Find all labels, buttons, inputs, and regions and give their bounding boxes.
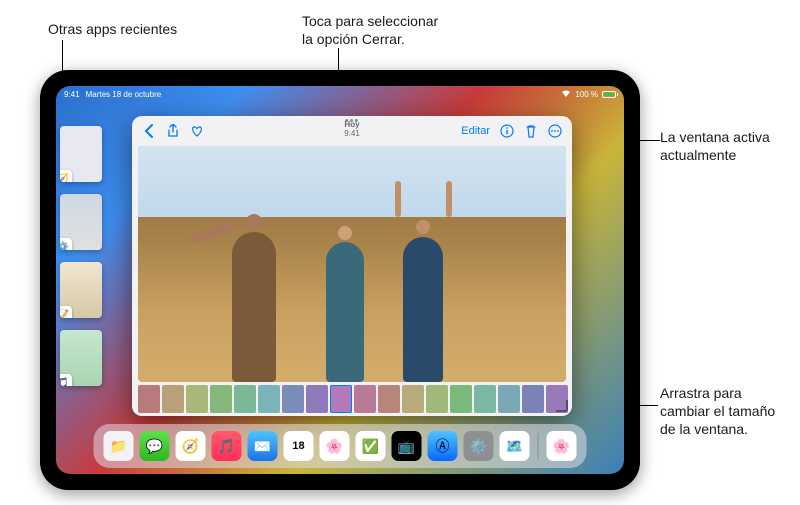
mail-icon[interactable]: ✉️ — [248, 431, 278, 461]
filmstrip-thumb[interactable] — [330, 385, 352, 413]
files-icon[interactable]: 📁 — [104, 431, 134, 461]
filmstrip-thumb[interactable] — [498, 385, 520, 413]
settings-icon: ⚙️ — [60, 238, 72, 250]
filmstrip-thumb[interactable] — [354, 385, 376, 413]
edit-button[interactable]: Editar — [461, 125, 490, 137]
filmstrip-thumb[interactable] — [378, 385, 400, 413]
filmstrip-thumb[interactable] — [426, 385, 448, 413]
dock: 📁💬🧭🎵✉️18🌸✅📺Ⓐ⚙️🗺️🌸 — [94, 424, 587, 468]
photos-toolbar: Hoy 9:41 Editar — [132, 116, 572, 146]
photo-viewer[interactable] — [138, 146, 566, 382]
status-time: 9:41 — [64, 90, 80, 99]
filmstrip-thumb[interactable] — [402, 385, 424, 413]
calendar-icon[interactable]: 18 — [284, 431, 314, 461]
photo-subtitle: 9:41 — [344, 129, 360, 138]
heart-icon[interactable] — [190, 124, 204, 138]
notes-icon: 📝 — [60, 306, 72, 318]
photo-filmstrip[interactable] — [132, 382, 572, 416]
safari-icon: 🧭 — [60, 170, 72, 182]
wifi-icon — [561, 90, 571, 98]
share-icon[interactable] — [166, 124, 180, 138]
recent-app-thumb[interactable]: 📝 — [60, 262, 102, 318]
ipad-screen: 9:41 Martes 18 de octubre 100 % 🧭 ⚙️ 📝 — [56, 86, 624, 474]
trash-icon[interactable] — [524, 124, 538, 138]
maps-icon[interactable]: 🗺️ — [500, 431, 530, 461]
recent-app-thumb[interactable]: ⚙️ — [60, 194, 102, 250]
photo-title: Hoy — [344, 120, 360, 129]
safari-icon[interactable]: 🧭 — [176, 431, 206, 461]
settings-icon[interactable]: ⚙️ — [464, 431, 494, 461]
callout-recent-apps: Otras apps recientes — [48, 20, 177, 38]
dock-separator — [538, 433, 539, 459]
filmstrip-thumb[interactable] — [450, 385, 472, 413]
music-icon: 🎵 — [60, 374, 72, 386]
window-resize-handle[interactable] — [556, 400, 570, 414]
active-window-photos[interactable]: ••• Hoy 9:41 — [132, 116, 572, 416]
stage-manager-recent-strip: 🧭 ⚙️ 📝 🎵 — [60, 126, 102, 386]
appstore-icon[interactable]: Ⓐ — [428, 431, 458, 461]
chevron-left-icon[interactable] — [142, 124, 156, 138]
filmstrip-thumb[interactable] — [162, 385, 184, 413]
filmstrip-thumb[interactable] — [522, 385, 544, 413]
filmstrip-thumb[interactable] — [234, 385, 256, 413]
filmstrip-thumb[interactable] — [138, 385, 160, 413]
filmstrip-thumb[interactable] — [258, 385, 280, 413]
info-icon[interactable] — [500, 124, 514, 138]
tv-icon[interactable]: 📺 — [392, 431, 422, 461]
filmstrip-thumb[interactable] — [282, 385, 304, 413]
music-icon[interactable]: 🎵 — [212, 431, 242, 461]
reminders-icon[interactable]: ✅ — [356, 431, 386, 461]
status-date: Martes 18 de octubre — [86, 90, 162, 99]
filmstrip-thumb[interactable] — [306, 385, 328, 413]
filmstrip-thumb[interactable] — [474, 385, 496, 413]
messages-icon[interactable]: 💬 — [140, 431, 170, 461]
callout-tap-close: Toca para seleccionar la opción Cerrar. — [302, 12, 438, 48]
recent-app-thumb[interactable]: 🎵 — [60, 330, 102, 386]
status-bar: 9:41 Martes 18 de octubre 100 % — [56, 86, 624, 102]
battery-pct: 100 % — [575, 90, 598, 99]
filmstrip-thumb[interactable] — [186, 385, 208, 413]
battery-icon — [602, 91, 616, 98]
photos-icon[interactable]: 🌸 — [320, 431, 350, 461]
filmstrip-thumb[interactable] — [210, 385, 232, 413]
photos-recent-icon[interactable]: 🌸 — [547, 431, 577, 461]
recent-app-thumb[interactable]: 🧭 — [60, 126, 102, 182]
ipad-device-frame: 9:41 Martes 18 de octubre 100 % 🧭 ⚙️ 📝 — [40, 70, 640, 490]
callout-drag-resize: Arrastra para cambiar el tamaño de la ve… — [660, 384, 775, 439]
callout-active-window: La ventana activa actualmente — [660, 128, 770, 164]
ellipsis-circle-icon[interactable] — [548, 124, 562, 138]
